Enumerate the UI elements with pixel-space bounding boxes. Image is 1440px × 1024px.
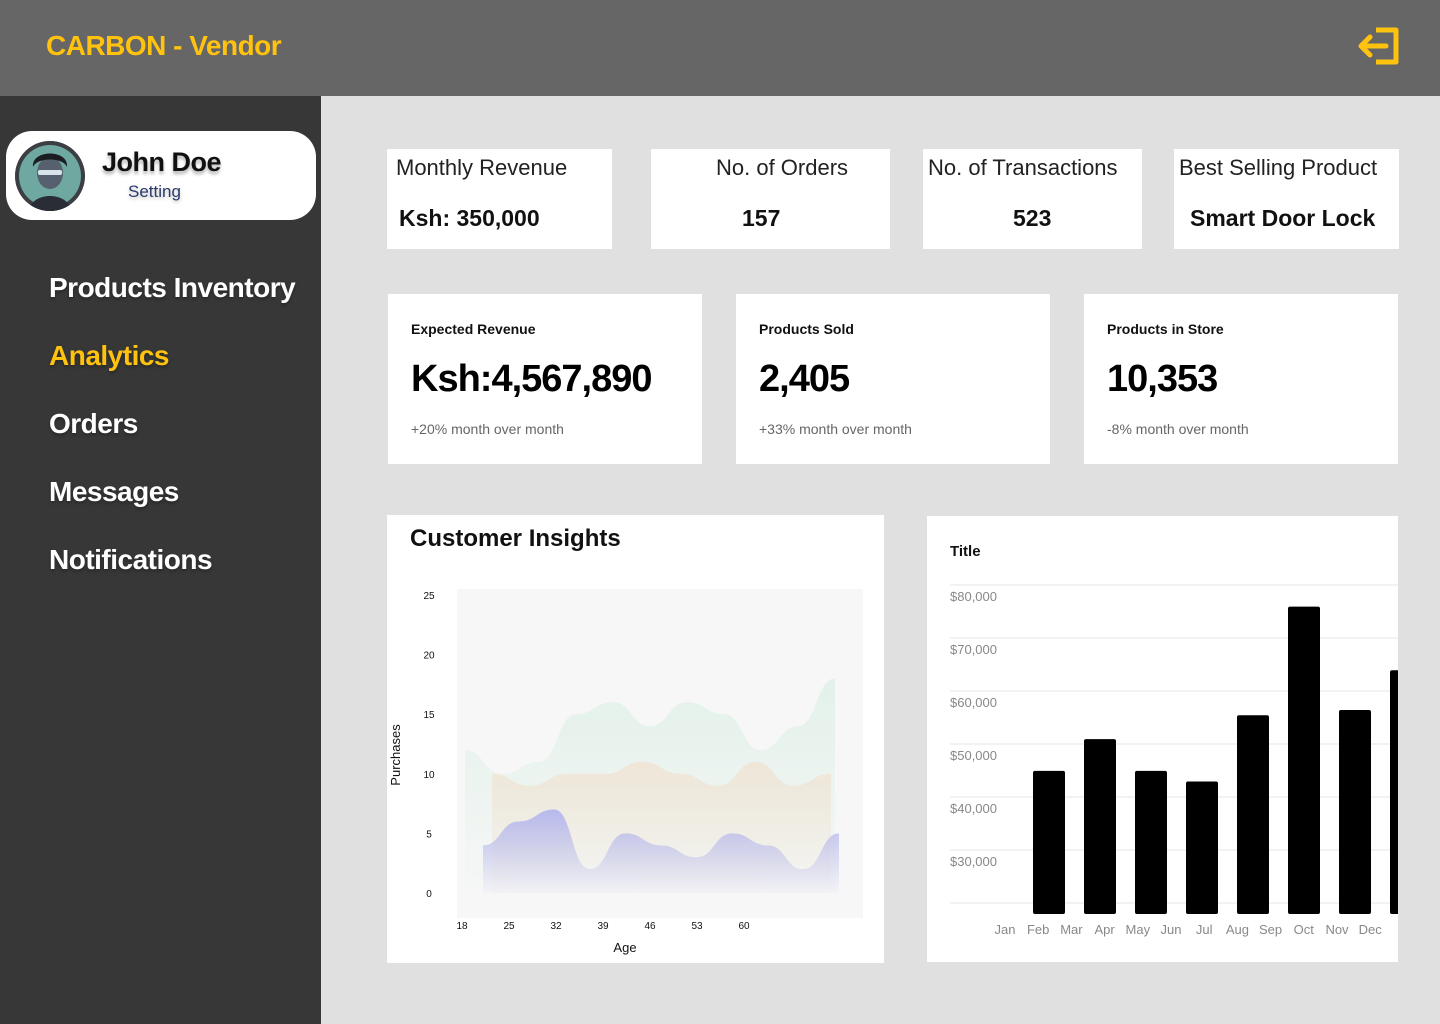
nav-item-analytics[interactable]: Analytics [49, 340, 170, 372]
stat-value: 10,353 [1107, 358, 1218, 400]
y-tick-label: $80,000 [950, 589, 997, 604]
app-brand: CARBON - Vendor [46, 30, 282, 61]
stat-label: Expected Revenue [411, 321, 536, 337]
stat-delta: +20% month over month [411, 421, 564, 437]
y-tick-label: $70,000 [950, 642, 997, 657]
x-tick-label: 46 [644, 921, 656, 932]
kpi-title: No. of Orders [716, 155, 849, 180]
x-tick-label: Jun [1161, 922, 1182, 937]
sidebar: John Doe Setting Products Inventory Anal… [0, 96, 321, 1024]
x-axis-label: Age [613, 940, 636, 955]
y-tick-label: 10 [423, 770, 435, 781]
y-tick-label: $50,000 [950, 748, 997, 763]
x-tick-label: Oct [1294, 922, 1315, 937]
kpi-value: 523 [1013, 205, 1052, 231]
chart-title: Title [950, 543, 981, 560]
bar-may [1186, 781, 1218, 914]
x-tick-label: Feb [1027, 922, 1049, 937]
kpi-card-transactions: No. of Transactions 523 [923, 149, 1142, 249]
x-tick-label: Sep [1259, 922, 1282, 937]
y-tick-label: $40,000 [950, 801, 997, 816]
stat-delta: +33% month over month [759, 421, 912, 437]
bar-aug [1339, 709, 1371, 914]
customer-insights-chart: 25 20 15 10 5 0 18 25 32 39 46 53 60 Age Purchases [388, 589, 863, 955]
y-tick-label: 20 [423, 651, 435, 662]
profile-setting-link[interactable]: Setting [128, 182, 181, 202]
kpi-title: Monthly Revenue [396, 155, 568, 180]
profile-card[interactable]: John Doe Setting [6, 131, 316, 220]
x-tick-label: 25 [503, 921, 515, 932]
x-tick-label: 18 [456, 921, 468, 932]
bar-feb [1033, 770, 1065, 914]
nav-item-notifications[interactable]: Notifications [49, 544, 213, 576]
user-avatar [15, 141, 85, 211]
kpi-card-monthly-revenue: Monthly Revenue Ksh: 350,000 [387, 149, 612, 249]
stat-label: Products in Store [1107, 321, 1224, 337]
x-tick-label: Mar [1060, 922, 1083, 937]
y-tick-label: 5 [426, 829, 432, 840]
x-tick-label: 39 [597, 921, 609, 932]
stat-value: 2,405 [759, 358, 850, 400]
bar-jul [1288, 606, 1320, 914]
y-tick-label: 15 [423, 710, 435, 721]
bar-apr [1135, 770, 1167, 914]
nav-item-messages[interactable]: Messages [49, 476, 179, 508]
nav-item-products-inventory[interactable]: Products Inventory [49, 272, 296, 304]
stat-card-products-sold: Products Sold 2,405 +33% month over mont… [736, 294, 1050, 464]
y-tick-label: 25 [423, 591, 435, 602]
x-tick-label: 32 [550, 921, 562, 932]
y-tick-label: $60,000 [950, 695, 997, 710]
kpi-card-orders: No. of Orders 157 [651, 149, 890, 249]
kpi-value: Smart Door Lock [1190, 205, 1376, 231]
y-axis-label: Purchases [388, 724, 403, 786]
stat-card-products-in-store: Products in Store 10,353 -8% month over … [1084, 294, 1398, 464]
stat-value: Ksh:4,567,890 [411, 358, 652, 400]
x-tick-label: Apr [1094, 922, 1115, 937]
x-tick-label: Jan [995, 922, 1016, 937]
profile-name: John Doe [102, 147, 222, 177]
x-tick-label: 53 [691, 921, 703, 932]
stat-label: Products Sold [759, 321, 854, 337]
x-tick-label: Aug [1226, 922, 1249, 937]
x-tick-label: Jul [1196, 922, 1213, 937]
bar-sep [1390, 670, 1398, 914]
kpi-title: Best Selling Product [1179, 155, 1378, 180]
customer-insights-card: Customer Insights 25 20 15 10 5 0 18 25 32 39 46 53… [387, 515, 884, 963]
x-tick-label: 60 [738, 921, 750, 932]
top-bar: CARBON - Vendor [0, 0, 1440, 96]
kpi-value: Ksh: 350,000 [399, 205, 540, 231]
nav-item-orders[interactable]: Orders [49, 408, 138, 440]
revenue-bar-chart-card: Title $80,000 $70,000 $60,000 $50,000 $40,000… [927, 516, 1398, 962]
bar-jun [1237, 715, 1269, 914]
kpi-value: 157 [742, 205, 781, 231]
x-tick-label: May [1126, 922, 1151, 937]
stat-card-expected-revenue: Expected Revenue Ksh:4,567,890 +20% mont… [388, 294, 702, 464]
x-tick-label: Nov [1325, 922, 1349, 937]
y-tick-label: 0 [426, 889, 432, 900]
kpi-card-best-selling: Best Selling Product Smart Door Lock [1174, 149, 1399, 249]
logout-icon[interactable] [1356, 26, 1402, 66]
y-tick-label: $30,000 [950, 854, 997, 869]
x-tick-label: Dec [1359, 922, 1383, 937]
kpi-title: No. of Transactions [928, 155, 1118, 180]
stat-delta: -8% month over month [1107, 421, 1249, 437]
bar-mar [1084, 739, 1116, 914]
revenue-bar-chart: Title $80,000 $70,000 $60,000 $50,000 $40,000… [950, 543, 1398, 937]
